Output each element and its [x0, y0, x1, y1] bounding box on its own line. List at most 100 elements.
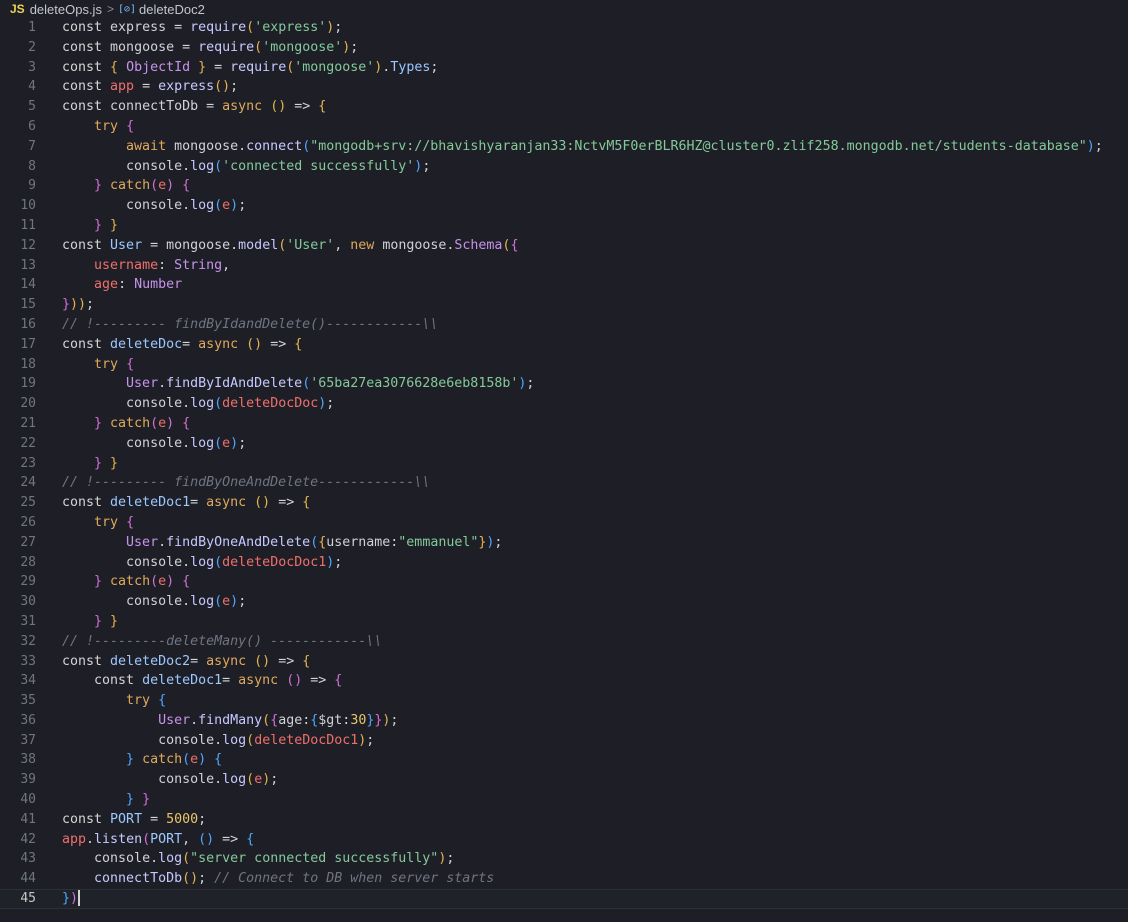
- line-number: 21: [20, 415, 36, 431]
- code-token: ): [230, 435, 239, 451]
- code-token: .: [158, 534, 167, 550]
- code-token: express: [158, 79, 215, 95]
- line-number: 3: [28, 59, 36, 75]
- code-token: connectToDb: [110, 99, 199, 115]
- line-number: 34: [20, 673, 36, 689]
- code-token: require: [230, 59, 287, 75]
- code-token: app: [110, 79, 135, 95]
- code-token: {: [182, 415, 191, 431]
- code-line[interactable]: 35 try {: [0, 691, 1128, 711]
- code-line[interactable]: 13 username: String,: [0, 256, 1128, 276]
- code-line[interactable]: 6 try {: [0, 117, 1128, 137]
- code-text: } catch(e) {: [62, 414, 1128, 434]
- code-line[interactable]: 38 } catch(e) {: [0, 750, 1128, 770]
- code-line[interactable]: 43 console.log("server connected success…: [0, 849, 1128, 869]
- code-token: mongoose: [382, 237, 447, 253]
- code-line[interactable]: 19 User.findByIdAndDelete('65ba27ea30766…: [0, 374, 1128, 394]
- code-token: PORT: [150, 831, 183, 847]
- code-line[interactable]: 42 app.listen(PORT, () => {: [0, 830, 1128, 850]
- code-token: =>: [262, 336, 295, 352]
- line-number: 41: [20, 811, 36, 827]
- code-token: findByIdAndDelete: [166, 376, 303, 392]
- line-number: 14: [20, 277, 36, 293]
- code-line[interactable]: 12 const User = mongoose.model('User', ne…: [0, 236, 1128, 256]
- code-line[interactable]: 27 User.findByOneAndDelete({username:"em…: [0, 533, 1128, 553]
- code-line[interactable]: 31 } }: [0, 612, 1128, 632]
- code-line[interactable]: 23 } }: [0, 454, 1128, 474]
- code-token: try: [94, 118, 127, 134]
- code-token: console: [158, 732, 215, 748]
- line-number: 20: [20, 396, 36, 412]
- code-line[interactable]: 20 console.log(deleteDocDoc);: [0, 394, 1128, 414]
- chevron-right-icon: >: [106, 2, 114, 16]
- code-token: age: [278, 712, 303, 728]
- code-line[interactable]: 8 console.log('connected successfully');: [0, 157, 1128, 177]
- code-line[interactable]: 37 console.log(deleteDocDoc1);: [0, 731, 1128, 751]
- code-line[interactable]: 28 console.log(deleteDocDoc1);: [0, 553, 1128, 573]
- code-line[interactable]: 4 const app = express();: [0, 77, 1128, 97]
- code-token: {: [126, 514, 135, 530]
- code-token: (): [254, 653, 271, 669]
- breadcrumb-file-name[interactable]: deleteOps.js: [30, 2, 102, 17]
- code-line[interactable]: 24 // !--------- findByOneAndDelete------…: [0, 473, 1128, 493]
- code-token: =>: [214, 831, 247, 847]
- code-token: async: [206, 495, 255, 511]
- code-token: ): [166, 178, 183, 194]
- code-token: {: [110, 59, 127, 75]
- code-line[interactable]: 11 } }: [0, 216, 1128, 236]
- code-line[interactable]: 40 } }: [0, 790, 1128, 810]
- code-line[interactable]: 17 const deleteDoc= async () => {: [0, 335, 1128, 355]
- code-line[interactable]: 7 await mongoose.connect("mongodb+srv://…: [0, 137, 1128, 157]
- code-line[interactable]: 9 } catch(e) {: [0, 176, 1128, 196]
- code-token: 'mongoose': [262, 39, 343, 55]
- code-token: const: [62, 495, 111, 511]
- code-line[interactable]: 1 const express = require('express');: [0, 18, 1128, 38]
- code-editor[interactable]: 1 const express = require('express'); 2 con…: [0, 18, 1128, 922]
- code-token: =: [142, 811, 167, 827]
- code-token: new: [350, 237, 383, 253]
- code-line[interactable]: 39 console.log(e);: [0, 770, 1128, 790]
- code-line[interactable]: 25 const deleteDoc1= async () => {: [0, 493, 1128, 513]
- code-text: const app = express();: [62, 77, 1128, 97]
- line-number: 29: [20, 574, 36, 590]
- code-line[interactable]: 45}): [0, 889, 1128, 909]
- code-line[interactable]: 16 // !--------- findByIdandDelete()-----…: [0, 315, 1128, 335]
- code-line[interactable]: 18 try {: [0, 355, 1128, 375]
- code-token: ;: [270, 772, 279, 788]
- code-line[interactable]: 34 const deleteDoc1= async () => {: [0, 671, 1128, 691]
- code-text: User.findByOneAndDelete({username:"emman…: [62, 533, 1128, 553]
- line-number: 19: [20, 376, 36, 392]
- code-line[interactable]: 2 const mongoose = require('mongoose');: [0, 38, 1128, 58]
- code-line[interactable]: 29 } catch(e) {: [0, 572, 1128, 592]
- code-line[interactable]: 33 const deleteDoc2= async () => {: [0, 652, 1128, 672]
- code-line[interactable]: 36 User.findMany({age:{$gt:30}});: [0, 711, 1128, 731]
- code-token: ;: [526, 376, 535, 392]
- code-line[interactable]: 32 // !---------deleteMany() ------------…: [0, 632, 1128, 652]
- code-line[interactable]: 3 const { ObjectId } = require('mongoose'…: [0, 58, 1128, 78]
- code-token: log: [190, 396, 215, 412]
- code-token: '65ba27ea3076628e6eb8158b': [310, 376, 519, 392]
- line-number: 17: [20, 336, 36, 352]
- code-line[interactable]: 22 console.log(e);: [0, 434, 1128, 454]
- code-token: (: [150, 574, 159, 590]
- code-line[interactable]: 15}));: [0, 295, 1128, 315]
- code-line[interactable]: 30 console.log(e);: [0, 592, 1128, 612]
- code-token: .: [230, 237, 239, 253]
- code-token: PORT: [110, 811, 143, 827]
- code-line[interactable]: 21 } catch(e) {: [0, 414, 1128, 434]
- code-line[interactable]: 10 console.log(e);: [0, 196, 1128, 216]
- code-token: (): [214, 79, 231, 95]
- breadcrumb-symbol-name[interactable]: deleteDoc2: [139, 2, 205, 17]
- code-line[interactable]: 26 try {: [0, 513, 1128, 533]
- code-token: ): [1086, 138, 1095, 154]
- code-token: async: [238, 673, 287, 689]
- code-line[interactable]: 44 connectToDb(); // Connect to DB when …: [0, 869, 1128, 889]
- code-line[interactable]: 14 age: Number: [0, 275, 1128, 295]
- code-token: =: [174, 39, 199, 55]
- code-line[interactable]: 41 const PORT = 5000;: [0, 810, 1128, 830]
- code-line[interactable]: 5 const connectToDb = async () => {: [0, 97, 1128, 117]
